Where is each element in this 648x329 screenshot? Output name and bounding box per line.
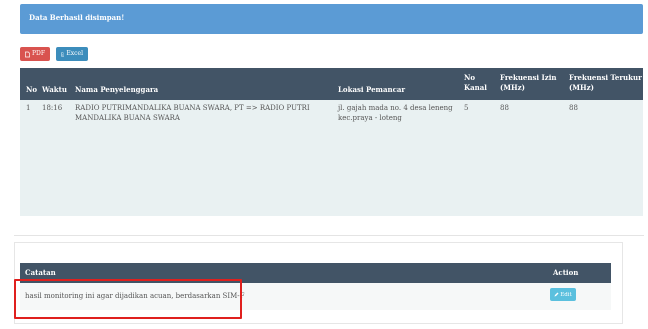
header-nama-penyelenggara: Nama Penyelenggara: [75, 85, 159, 94]
header-no-kanal-1: No: [464, 73, 476, 82]
export-pdf-button[interactable]: PDF: [20, 47, 50, 61]
edit-button-label: Edit: [560, 291, 572, 298]
header-waktu: Waktu: [42, 85, 67, 94]
cell-frekuensi-izin: 88: [500, 104, 509, 112]
header-catatan: Catatan: [25, 268, 56, 277]
header-frekuensi-terukur-2: (MHz): [569, 83, 594, 92]
cell-kanal: 5: [464, 104, 469, 112]
header-lokasi-pemancar: Lokasi Pemancar: [338, 85, 406, 94]
cell-lokasi-line1: jl. gajah mada no. 4 desa leneng: [338, 104, 453, 112]
pencil-icon: [554, 292, 559, 297]
header-frekuensi-terukur-1: Frekuensi Terukur: [569, 73, 642, 82]
cell-no: 1: [26, 104, 31, 112]
header-action: Action: [553, 268, 579, 277]
monitoring-table-header: No Waktu Nama Penyelenggara Lokasi Peman…: [20, 68, 643, 100]
header-frekuensi-izin-2: (MHz): [500, 83, 525, 92]
section-divider: [14, 235, 644, 236]
export-excel-button[interactable]: Excel: [56, 47, 88, 61]
file-pdf-icon: [25, 51, 30, 57]
header-no-kanal-2: Kanal: [464, 83, 487, 92]
alert-message: Data Berhasil disimpan!: [29, 13, 125, 22]
file-excel-icon: [61, 52, 65, 56]
cell-nama-line2: MANDALIKA BUANA SWARA: [75, 114, 180, 122]
table-row: 1 18:16 RADIO PUTRIMANDALIKA BUANA SWARA…: [20, 100, 643, 216]
header-no: No: [26, 85, 38, 94]
cell-lokasi-line2: kec.praya - loteng: [338, 114, 402, 122]
cell-frekuensi-terukur: 88: [569, 104, 578, 112]
highlight-box: [14, 279, 242, 319]
success-alert: Data Berhasil disimpan!: [20, 4, 643, 34]
edit-button[interactable]: Edit: [550, 288, 576, 301]
cell-waktu: 18:16: [42, 104, 63, 112]
header-frekuensi-izin-1: Frekuensi Izin: [500, 73, 557, 82]
cell-nama-line1: RADIO PUTRIMANDALIKA BUANA SWARA, PT => …: [75, 104, 310, 112]
excel-button-label: Excel: [66, 50, 83, 57]
pdf-button-label: PDF: [31, 50, 45, 57]
